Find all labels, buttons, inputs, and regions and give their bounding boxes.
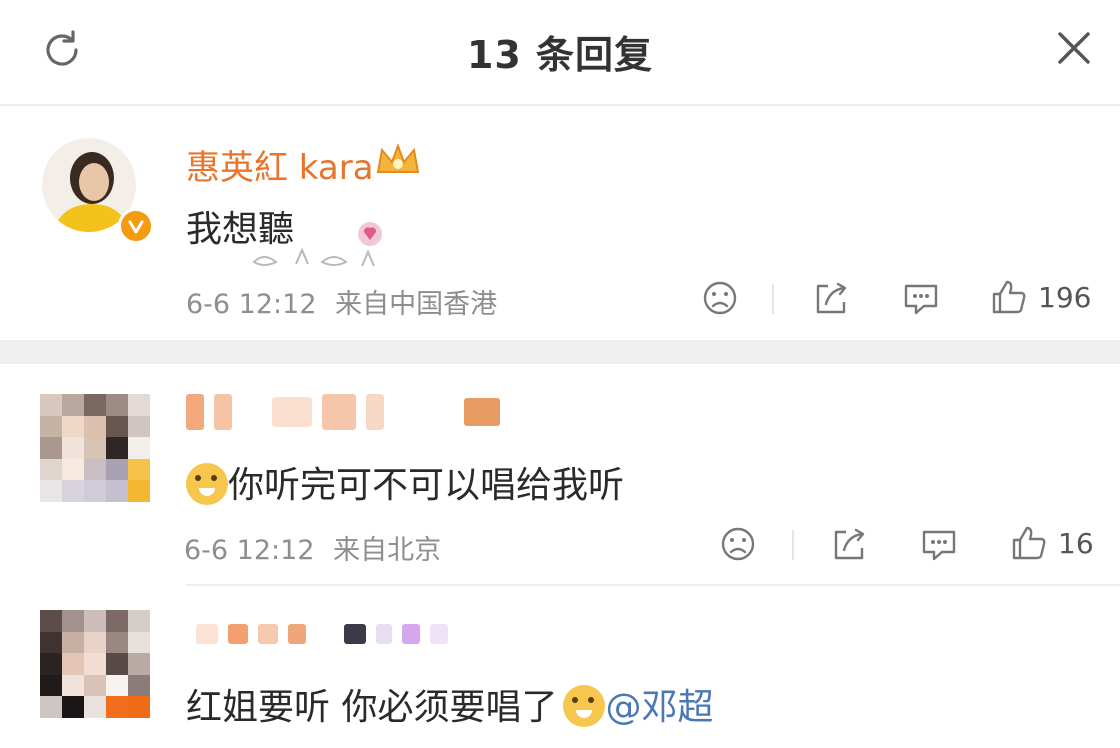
avatar[interactable] (40, 610, 150, 718)
comment-text: 红姐要听 你必须要唱了 @邓超 (186, 678, 713, 730)
thumbs-up-icon (1012, 526, 1046, 560)
doge-emoji-icon (186, 463, 228, 505)
like-button[interactable]: 196 (990, 278, 1091, 316)
like-count: 196 (1038, 280, 1092, 314)
dislike-button[interactable] (702, 280, 738, 316)
comment-location: 来自北京 (333, 535, 442, 566)
username[interactable]: 惠英紅 kara (186, 140, 374, 189)
crown-badge-icon (374, 142, 422, 184)
mention-link[interactable]: @邓超 (605, 687, 713, 728)
action-separator (772, 284, 774, 314)
comment-icon (922, 530, 956, 561)
comment-time: 6-6 12:12 (186, 289, 317, 320)
comment-meta: 6-6 12:12 来自中国香港 (186, 282, 497, 321)
avatar[interactable] (40, 394, 150, 502)
comment-text-content: 你听完可不可以唱给我听 (228, 465, 625, 506)
comment-text: 你听完可不可以唱给我听 (186, 456, 624, 508)
close-icon[interactable] (1046, 20, 1102, 76)
sad-face-icon (703, 281, 737, 315)
share-button[interactable] (830, 526, 868, 562)
comment-item: 红姐要听 你必须要唱了 @邓超 (0, 586, 1120, 748)
heart-hands-sticker-icon (250, 216, 400, 276)
comment-item: 你听完可不可以唱给我听 6-6 12:12 来自北京 16 (0, 364, 1120, 586)
share-button[interactable] (812, 280, 850, 316)
comment-time: 6-6 12:12 (184, 535, 315, 566)
like-count: 16 (1058, 526, 1094, 560)
comment-text-content: 红姐要听 你必须要唱了 (186, 687, 558, 728)
sad-face-icon (721, 527, 755, 561)
comment-meta: 6-6 12:12 来自北京 (184, 528, 441, 567)
verified-badge-icon (118, 208, 154, 244)
comment-item: 惠英紅 kara 我想聽 6-6 12:12 来自中国香港 196 (0, 104, 1120, 340)
comment-location: 来自中国香港 (335, 289, 498, 320)
like-button[interactable]: 16 (1010, 524, 1094, 562)
blurred-username[interactable] (196, 624, 448, 644)
share-icon (834, 528, 865, 560)
dislike-button[interactable] (720, 526, 756, 562)
thumbs-up-icon (992, 280, 1026, 314)
page-title: 13 条回复 (466, 33, 654, 77)
section-divider (0, 340, 1120, 364)
comment-icon (904, 284, 938, 315)
reply-button[interactable] (902, 280, 940, 316)
action-separator (792, 530, 794, 560)
reply-button[interactable] (920, 526, 958, 562)
doge-emoji-icon (563, 685, 606, 727)
share-icon (816, 282, 847, 314)
blurred-username[interactable] (186, 394, 500, 430)
reply-header: 13 条回复 (0, 0, 1120, 106)
